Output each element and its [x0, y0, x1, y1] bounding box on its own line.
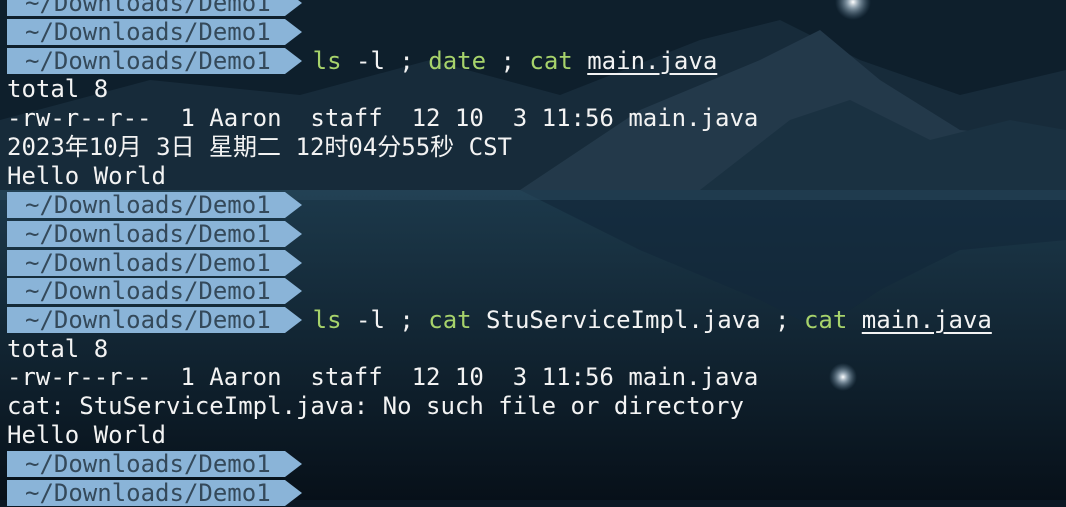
prompt-line: ~/Downloads/Demo1 [0, 191, 1066, 220]
prompt-path: ~/Downloads/Demo1 [7, 0, 302, 17]
output-listing: -rw-r--r-- 1 Aaron staff 12 10 3 11:56 m… [7, 363, 759, 392]
prompt-line: ~/Downloads/Demo1 [0, 18, 1066, 47]
output-hello: Hello World [7, 161, 166, 190]
prompt-line: ~/Downloads/Demo1 [0, 219, 1066, 248]
output-listing: -rw-r--r-- 1 Aaron staff 12 10 3 11:56 m… [7, 104, 759, 133]
output-date: 2023年10月 3日 星期二 12时04分55秒 CST [7, 132, 512, 161]
command-keyword: cat [803, 305, 848, 334]
prompt-path: ~/Downloads/Demo1 [7, 191, 302, 218]
command-arg [847, 306, 861, 334]
output-hello: Hello World [7, 420, 166, 449]
prompt-path: ~/Downloads/Demo1 [7, 479, 302, 506]
prompt-path: ~/Downloads/Demo1 [7, 47, 302, 74]
command-arg: StuServiceImpl.java ; [471, 305, 804, 334]
output-total: total 8 [7, 75, 109, 104]
command-arg: ; [486, 46, 530, 75]
output-error: cat: StuServiceImpl.java: No such file o… [7, 392, 744, 421]
command-text: ls -l ; date ; cat main.java [313, 47, 718, 76]
prompt-line: ~/Downloads/Demo1 ls -l ; cat StuServiceI… [0, 306, 1066, 335]
prompt-path: ~/Downloads/Demo1 [7, 451, 302, 478]
command-text: ls -l ; cat StuServiceImpl.java ; cat ma… [313, 306, 992, 335]
prompt-line: ~/Downloads/Demo1 [0, 277, 1066, 306]
prompt-line: ~/Downloads/Demo1 ls -l ; date ; cat main… [0, 47, 1066, 76]
prompt-path: ~/Downloads/Demo1 [7, 307, 302, 334]
command-keyword: cat [428, 305, 472, 334]
command-arg: -l ; [341, 46, 429, 75]
file-link[interactable]: main.java [587, 47, 717, 75]
prompt-path: ~/Downloads/Demo1 [7, 19, 302, 46]
file-link[interactable]: main.java [862, 306, 992, 334]
prompt-line: ~/Downloads/Demo1 [0, 0, 1066, 18]
prompt-path: ~/Downloads/Demo1 [7, 220, 302, 247]
command-keyword: ls [312, 305, 342, 334]
command-keyword: ls [312, 46, 342, 75]
output-total: total 8 [7, 334, 109, 363]
prompt-line: ~/Downloads/Demo1 [0, 479, 1066, 507]
command-keyword: cat [529, 46, 573, 75]
command-keyword: date [428, 46, 487, 75]
terminal-output[interactable]: ~/Downloads/Demo1 ~/Downloads/Demo1 ~/Do… [0, 0, 1066, 507]
command-arg: -l ; [341, 305, 429, 334]
prompt-line: ~/Downloads/Demo1 [0, 450, 1066, 479]
prompt-path: ~/Downloads/Demo1 [7, 278, 302, 305]
command-arg [573, 47, 587, 75]
prompt-path: ~/Downloads/Demo1 [7, 249, 302, 276]
prompt-line: ~/Downloads/Demo1 [0, 248, 1066, 277]
